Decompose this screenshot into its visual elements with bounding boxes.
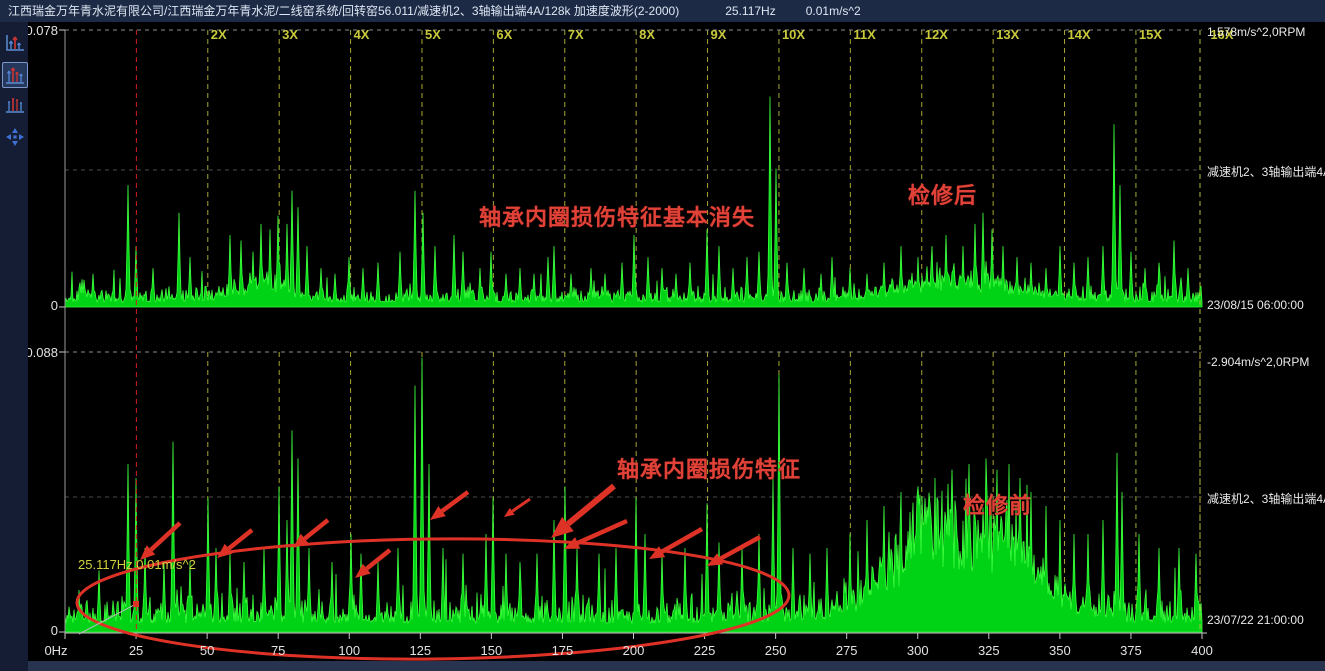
harmonic-label-9X: 9X: [711, 27, 727, 42]
amplitude-readout-top: 1.578m/s^2,0RPM: [1207, 25, 1305, 39]
x-tick-label-375: 375: [1109, 643, 1153, 658]
status-bar: [0, 661, 1325, 671]
harmonic-label-4X: 4X: [354, 27, 370, 42]
x-tick-label-350: 350: [1038, 643, 1082, 658]
toolbar: [0, 22, 28, 671]
harmonic-label-5X: 5X: [425, 27, 441, 42]
vibration-analysis-window: { "title_bar": { "path": "江西瑞金万年青水泥有限公司/…: [0, 0, 1325, 671]
harmonic-label-13X: 13X: [996, 27, 1019, 42]
pan-move-icon[interactable]: [2, 124, 28, 150]
x-tick-label-225: 225: [683, 643, 727, 658]
channel-label-top: 减速机2、3轴输出端4A: [1207, 163, 1325, 180]
x-tick-label-75: 75: [256, 643, 300, 658]
x-tick-label-325: 325: [967, 643, 1011, 658]
x-tick-label-50: 50: [185, 643, 229, 658]
x-tick-label-150: 150: [469, 643, 513, 658]
x-tick-label-25: 25: [114, 643, 158, 658]
amplitude-readout-bottom: -2.904m/s^2,0RPM: [1207, 355, 1309, 369]
channel-label-bottom: 减速机2、3轴输出端4A: [1207, 490, 1325, 507]
single-spectrum-icon[interactable]: [2, 30, 28, 56]
harmonic-label-2X: 2X: [211, 27, 227, 42]
cursor-peak-marker: [133, 601, 139, 607]
x-tick-label-200: 200: [612, 643, 656, 658]
multi-spectrum-icon[interactable]: [2, 62, 28, 88]
x-tick-label-0Hz: 0Hz: [34, 643, 78, 658]
harmonic-label-8X: 8X: [639, 27, 655, 42]
harmonic-label-7X: 7X: [568, 27, 584, 42]
cursor-frequency-readout: 25.117Hz: [725, 4, 775, 18]
annotation-before-repair: 检修前: [963, 488, 1032, 520]
x-tick-label-275: 275: [825, 643, 869, 658]
spectrum-lines-icon[interactable]: [2, 92, 28, 118]
x-tick-label-400: 400: [1180, 643, 1224, 658]
spectra-graphics: [0, 0, 1325, 671]
x-tick-label-125: 125: [398, 643, 442, 658]
harmonic-label-15X: 15X: [1139, 27, 1162, 42]
harmonic-label-14X: 14X: [1068, 27, 1091, 42]
peak-cursor-readout: 25.117Hz 0.01m/s^2: [78, 557, 196, 572]
x-tick-label-100: 100: [327, 643, 371, 658]
timestamp-bottom: 23/07/22 21:00:00: [1207, 613, 1304, 627]
x-tick-label-175: 175: [540, 643, 584, 658]
harmonic-label-10X: 10X: [782, 27, 805, 42]
x-tick-label-250: 250: [754, 643, 798, 658]
breadcrumb: 江西瑞金万年青水泥有限公司/江西瑞金万年青水泥/二线窑系统/回转窑56.011/…: [8, 4, 679, 18]
cursor-amplitude-readout: 0.01m/s^2: [806, 4, 861, 18]
x-tick-label-300: 300: [896, 643, 940, 658]
harmonic-label-6X: 6X: [496, 27, 512, 42]
annotation-after-repair: 检修后: [908, 178, 977, 210]
timestamp-top: 23/08/15 06:00:00: [1207, 298, 1304, 312]
harmonic-label-11X: 11X: [853, 27, 875, 42]
harmonic-label-3X: 3X: [282, 27, 298, 42]
harmonic-label-12X: 12X: [925, 27, 948, 42]
annotation-top-note: 轴承内圈损伤特征基本消失: [479, 200, 755, 232]
title-bar: 江西瑞金万年青水泥有限公司/江西瑞金万年青水泥/二线窑系统/回转窑56.011/…: [0, 0, 1325, 22]
annotation-bottom-note: 轴承内圈损伤特征: [617, 452, 801, 484]
